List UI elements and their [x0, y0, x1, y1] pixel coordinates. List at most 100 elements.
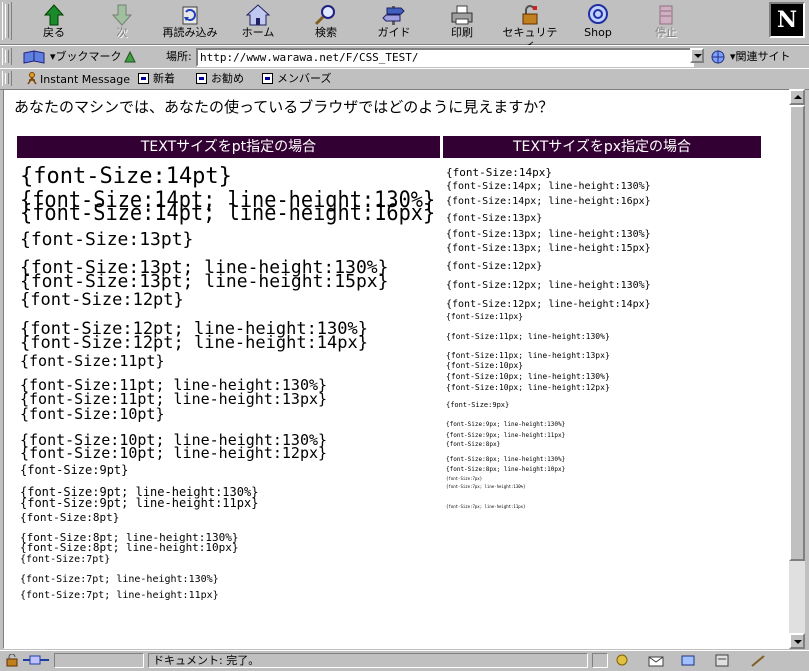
px-sample-18: {font-Size:9px; line-height:11px}: [446, 432, 566, 439]
composer-component-icon[interactable]: [750, 654, 766, 667]
reload-button-label: 再読み込み: [162, 26, 218, 39]
home-icon: [245, 4, 271, 26]
url-dropdown-button[interactable]: [690, 48, 704, 63]
status-text: ドキュメント: 完了。: [148, 653, 588, 668]
vertical-scrollbar[interactable]: [789, 89, 805, 649]
newsgroup-component-icon[interactable]: [680, 654, 696, 667]
related-sites-label: 関連サイト: [735, 50, 791, 63]
page-content: あなたのマシンでは、あなたの使っているブラウザではどのように見えますか？ TEX…: [3, 89, 790, 649]
forward-button[interactable]: 次: [90, 2, 154, 42]
related-sites-button[interactable]: ▾関連サイト: [730, 50, 791, 64]
security-lock-icon: [522, 5, 538, 25]
px-sample-16: {font-Size:9px}: [446, 401, 510, 409]
instant-message-icon: [27, 72, 37, 85]
home-button[interactable]: ホーム: [226, 2, 290, 42]
back-button-label: 戻る: [43, 26, 65, 39]
personal-item-members[interactable]: メンバーズ: [262, 72, 331, 86]
pt-sample-1: {font-Size:14pt}: [20, 164, 232, 189]
pt-sample-18: {font-Size:9pt; line-height:11px}: [20, 496, 259, 510]
shop-button-label: Shop: [584, 26, 612, 39]
reload-icon: [182, 6, 198, 25]
print-icon: [451, 5, 473, 25]
navigation-toolbar: 戻る 次 再読み込み ホーム 検索 ガイド 印刷 セキュリテ Shop 停止 N: [0, 0, 809, 51]
px-column-header: TEXTサイズをpx指定の場合: [443, 136, 761, 158]
px-sample-12: {font-Size:11px; line-height:13px}: [446, 351, 610, 360]
personal-toolbar: Instant Message 新着 お勧め メンバーズ: [0, 68, 809, 90]
stop-button[interactable]: 停止: [634, 2, 698, 42]
personal-item-recommend[interactable]: お勧め: [196, 72, 244, 86]
connection-status-icon[interactable]: [22, 654, 50, 667]
status-divider: [592, 653, 608, 668]
px-sample-8: {font-Size:12px; line-height:130%}: [446, 280, 651, 291]
px-sample-19: {font-Size:8px}: [446, 441, 501, 448]
related-sites-icon[interactable]: [710, 49, 728, 65]
pt-sample-3: {font-Size:14pt; line-height:16px}: [20, 201, 436, 226]
pt-column-header: TEXTサイズをpt指定の場合: [17, 136, 440, 158]
personal-item-new[interactable]: 新着: [138, 72, 175, 86]
pt-sample-4: {font-Size:13pt}: [20, 229, 194, 250]
pt-sample-10: {font-Size:11pt}: [20, 352, 165, 370]
guide-button-label: ガイド: [377, 26, 411, 39]
toolbar-grip[interactable]: [2, 2, 12, 40]
bookmarks-label: ブックマーク: [55, 50, 122, 63]
bookmarks-icon[interactable]: [22, 49, 46, 65]
mail-component-icon[interactable]: [648, 654, 664, 667]
url-input[interactable]: http://www.warawa.net/F/CSS_TEST/: [196, 48, 694, 67]
pt-sample-16: {font-Size:9pt}: [20, 463, 129, 477]
progress-meter: [54, 653, 144, 668]
security-status-icon[interactable]: [4, 654, 20, 667]
px-sample-20: {font-Size:8px; line-height:130%}: [446, 456, 566, 463]
px-sample-15: {font-Size:10px; line-height:12px}: [446, 383, 610, 392]
address-book-icon[interactable]: [714, 654, 730, 667]
shop-button[interactable]: Shop: [566, 2, 630, 42]
px-sample-7: {font-Size:12px}: [446, 261, 543, 272]
back-button[interactable]: 戻る: [22, 2, 86, 42]
search-button-label: 検索: [315, 26, 337, 39]
reload-button[interactable]: 再読み込み: [158, 2, 222, 42]
scroll-up-button[interactable]: [789, 89, 805, 105]
bookmark-page-icon: [138, 73, 149, 84]
px-sample-11: {font-Size:11px; line-height:130%}: [446, 332, 610, 341]
guide-button[interactable]: ガイド: [362, 2, 426, 42]
forward-button-label: 次: [116, 26, 128, 39]
location-bar: ▾ブックマーク 場所: http://www.warawa.net/F/CSS_…: [0, 45, 809, 69]
pt-sample-15: {font-Size:10pt; line-height:12px}: [20, 444, 328, 462]
px-sample-4: {font-Size:13px}: [446, 213, 543, 224]
personal-item-members-label: メンバーズ: [277, 72, 332, 85]
pt-sample-7: {font-Size:12pt}: [20, 290, 184, 310]
pt-sample-19: {font-Size:8pt}: [20, 511, 120, 524]
location-page-icon[interactable]: [122, 49, 138, 65]
pt-sample-21: {font-Size:8pt; line-height:10px}: [20, 541, 239, 554]
print-button-label: 印刷: [451, 26, 473, 39]
pt-sample-23: {font-Size:7pt; line-height:130%}: [20, 574, 219, 585]
location-bar-grip[interactable]: [2, 48, 12, 65]
px-sample-6: {font-Size:13px; line-height:15px}: [446, 243, 651, 254]
px-sample-21: {font-Size:8px; line-height:10px}: [446, 466, 566, 473]
netscape-logo[interactable]: N: [769, 2, 805, 38]
px-sample-1: {font-Size:14px}: [446, 166, 552, 179]
pt-sample-6: {font-Size:13pt; line-height:15px}: [20, 271, 389, 292]
print-button[interactable]: 印刷: [430, 2, 494, 42]
px-sample-24: {font-Size:7px; line-height:11px}: [446, 504, 526, 509]
px-sample-3: {font-Size:14px; line-height:16px}: [446, 196, 651, 207]
navigator-component-icon[interactable]: [614, 654, 630, 667]
shop-icon: [588, 4, 608, 24]
security-button[interactable]: セキュリティ: [498, 2, 562, 51]
home-button-label: ホーム: [241, 26, 275, 39]
px-sample-22: {font-Size:7px}: [446, 476, 483, 481]
instant-message-button[interactable]: Instant Message: [26, 72, 130, 87]
personal-toolbar-grip[interactable]: [2, 71, 12, 86]
px-sample-23: {font-Size:7px; line-height:130%}: [446, 484, 526, 489]
bookmarks-menu[interactable]: ▾ブックマーク: [50, 50, 122, 64]
location-label: 場所:: [166, 50, 192, 63]
scroll-down-button[interactable]: [789, 633, 805, 649]
px-sample-13: {font-Size:10px}: [446, 361, 524, 370]
instant-message-label: Instant Message: [40, 73, 130, 86]
page-question: あなたのマシンでは、あなたの使っているブラウザではどのように見えますか？: [14, 98, 554, 116]
px-sample-5: {font-Size:13px; line-height:130%}: [446, 229, 651, 240]
search-button[interactable]: 検索: [294, 2, 358, 42]
guide-icon: [382, 6, 405, 25]
scroll-thumb[interactable]: [789, 105, 805, 561]
bookmark-page-icon: [196, 73, 207, 84]
personal-item-new-label: 新着: [153, 72, 175, 85]
